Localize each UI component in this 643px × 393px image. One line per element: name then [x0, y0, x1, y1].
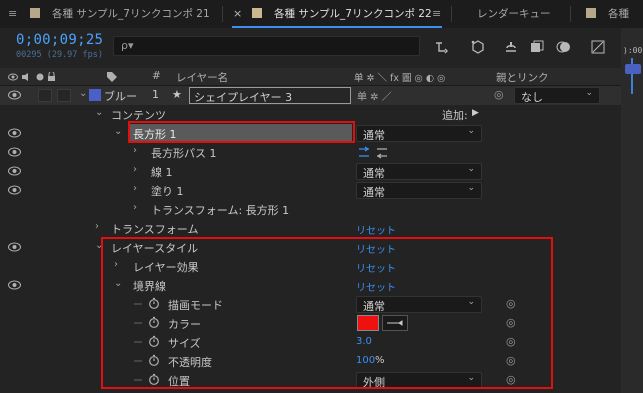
- timeline-ruler-strip[interactable]: ):00s: [621, 28, 643, 393]
- current-time-display[interactable]: 0;00;09;25: [16, 32, 103, 48]
- tab-divider: [222, 6, 223, 22]
- property-transform[interactable]: › トランスフォーム リセット: [0, 219, 621, 238]
- transform-rect-label: トランスフォーム: 長方形 1: [151, 204, 290, 217]
- lock-toggle[interactable]: [57, 89, 71, 102]
- layer-name-field[interactable]: シェイプレイヤー 3: [189, 87, 351, 104]
- property-stroke-1[interactable]: › 線 1 通常 ⌄: [0, 162, 621, 181]
- panel-menu-icon[interactable]: ≡: [8, 0, 17, 28]
- property-transform-rect[interactable]: › トランスフォーム: 長方形 1: [0, 200, 621, 219]
- annotation-highlight-rectangle: [128, 121, 355, 143]
- tab-bar: ≡ 各種 サンプル_7リンクコンポ 21 × 各種 サンプル_7リンクコンポ 2…: [0, 0, 643, 28]
- column-switches: 单 ✲ ＼ fx 圖 ◎ ◐ ◎: [354, 73, 446, 84]
- expand-chevron-icon[interactable]: ›: [95, 221, 99, 232]
- eye-icon[interactable]: [8, 185, 21, 195]
- property-rect-path[interactable]: › 長方形パス 1: [0, 143, 621, 162]
- tab-comp-21[interactable]: 各種 サンプル_7リンクコンポ 21: [30, 0, 210, 28]
- av-switches-icon: [8, 72, 55, 81]
- label-tag-icon: [107, 72, 117, 82]
- column-header: # レイヤー名 单 ✲ ＼ fx 圖 ◎ ◐ ◎ 親とリンク: [0, 68, 621, 86]
- fill-blend-value: 通常: [363, 186, 385, 199]
- stroke-blend-value: 通常: [363, 167, 385, 180]
- comp-swatch-icon: [586, 8, 596, 18]
- fill-1-label: 塗り 1: [151, 185, 184, 198]
- eye-icon[interactable]: [8, 280, 21, 290]
- search-icon: ρ▾: [121, 39, 134, 52]
- blend-mode-value: 通常: [363, 129, 385, 142]
- timeline-header: 0;00;09;25 00295 (29.97 fps) ρ▾: [0, 28, 621, 68]
- eye-icon[interactable]: [8, 90, 21, 100]
- layer-number: 1: [152, 88, 159, 101]
- layer-search-input[interactable]: ρ▾: [113, 36, 420, 56]
- transform-label: トランスフォーム: [111, 223, 199, 236]
- expand-chevron-icon[interactable]: ›: [133, 145, 137, 156]
- motion-blur-icon[interactable]: [556, 39, 572, 55]
- ruler-time-label: ):00s: [623, 46, 643, 55]
- expand-chevron-icon[interactable]: ›: [133, 164, 137, 175]
- eye-icon[interactable]: [8, 166, 21, 176]
- stroke-blend-dropdown[interactable]: 通常 ⌄: [356, 163, 482, 180]
- tab-render-queue-label: レンダーキュー: [477, 8, 551, 20]
- fill-blend-dropdown[interactable]: 通常 ⌄: [356, 182, 482, 199]
- add-menu-icon[interactable]: ▶: [472, 108, 479, 118]
- graph-editor-icon[interactable]: [590, 39, 606, 55]
- layer-name: シェイプレイヤー 3: [194, 91, 293, 104]
- property-fill-1[interactable]: › 塗り 1 通常 ⌄: [0, 181, 621, 200]
- tab-comp-other-label: 各種: [608, 8, 629, 20]
- tab-comp-21-label: 各種 サンプル_7リンクコンポ 21: [52, 8, 210, 20]
- pickwhip-icon[interactable]: ◎: [494, 88, 504, 101]
- comp-swatch-icon: [30, 8, 40, 18]
- parent-dropdown[interactable]: なし ⌄: [514, 87, 600, 104]
- solo-toggle[interactable]: [38, 89, 52, 102]
- path-direction-icon[interactable]: [357, 146, 391, 159]
- chevron-down-icon: ⌄: [585, 88, 593, 98]
- tab-menu-icon[interactable]: ≡: [432, 0, 441, 28]
- frame-blending-icon[interactable]: [529, 39, 545, 55]
- label-color-name: ブルー: [104, 90, 137, 103]
- expand-chevron-icon[interactable]: ⌄: [114, 126, 122, 137]
- expand-chevron-icon[interactable]: ›: [133, 202, 137, 213]
- frame-rate-display: 00295 (29.97 fps): [16, 50, 103, 60]
- annotation-highlight-layer-styles: [101, 237, 553, 389]
- tab-comp-22-label: 各種 サンプル_7リンクコンポ 22: [274, 8, 432, 20]
- shy-layers-icon[interactable]: [503, 39, 519, 55]
- expand-chevron-icon[interactable]: ⌄: [95, 107, 103, 118]
- comp-flowchart-icon[interactable]: [434, 39, 450, 55]
- layer-row[interactable]: ⌄ ブルー 1 ★ シェイプレイヤー 3 单 ✲ ／ ◎ なし ⌄: [0, 86, 621, 105]
- tab-render-queue[interactable]: レンダーキュー: [477, 0, 551, 28]
- eye-icon[interactable]: [8, 147, 21, 157]
- blend-mode-dropdown[interactable]: 通常 ⌄: [356, 125, 482, 142]
- tab-comp-other[interactable]: 各種: [586, 0, 629, 28]
- eye-icon[interactable]: [8, 242, 21, 252]
- add-label[interactable]: 追加:: [442, 107, 468, 123]
- expand-chevron-icon[interactable]: ›: [133, 183, 137, 194]
- expand-chevron-icon[interactable]: ⌄: [79, 88, 87, 99]
- rect-path-label: 長方形パス 1: [151, 147, 217, 160]
- transform-reset-link[interactable]: リセット: [356, 222, 396, 237]
- layer-duration-bar[interactable]: [625, 64, 641, 74]
- parent-value: なし: [521, 91, 543, 104]
- stroke-1-label: 線 1: [151, 166, 173, 179]
- eye-icon[interactable]: [8, 128, 21, 138]
- layer-switches[interactable]: 单 ✲ ／: [357, 88, 392, 103]
- close-icon[interactable]: ×: [233, 0, 242, 28]
- column-layer-name[interactable]: レイヤー名: [176, 70, 228, 85]
- chevron-down-icon: ⌄: [467, 183, 475, 193]
- column-layer-number: #: [152, 70, 161, 82]
- chevron-down-icon: ⌄: [467, 126, 475, 136]
- tab-divider: [451, 6, 452, 22]
- shape-layer-star-icon: ★: [172, 88, 182, 101]
- comp-swatch-icon: [252, 8, 262, 18]
- draft-3d-icon[interactable]: [470, 39, 486, 55]
- chevron-down-icon: ⌄: [467, 164, 475, 174]
- label-color-swatch[interactable]: [89, 89, 101, 101]
- tab-divider: [570, 6, 571, 22]
- tab-comp-22[interactable]: 各種 サンプル_7リンクコンポ 22: [252, 0, 432, 28]
- column-parent-link[interactable]: 親とリンク: [496, 70, 549, 85]
